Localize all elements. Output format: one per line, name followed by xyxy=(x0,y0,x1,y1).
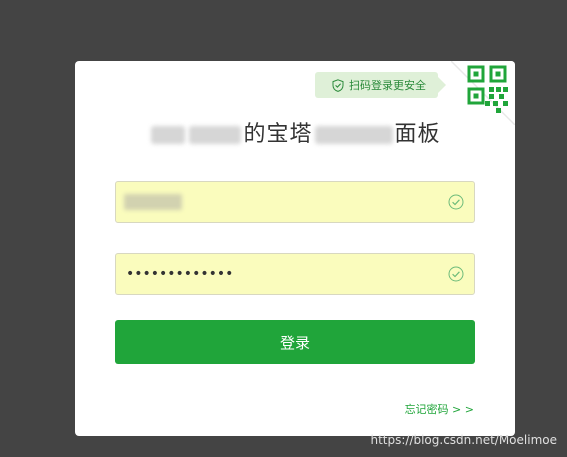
username-field[interactable] xyxy=(115,181,475,223)
forgot-password-link[interactable]: 忘记密码 > > xyxy=(405,401,474,417)
check-circle-icon xyxy=(448,266,464,282)
panel-title-text-1: 的宝塔 xyxy=(243,122,313,147)
qr-login-tip[interactable]: 扫码登录更安全 xyxy=(315,72,446,98)
qr-tip-text: 扫码登录更安全 xyxy=(349,79,426,92)
panel-title: 的宝塔 面板 xyxy=(75,116,515,148)
redacted-text xyxy=(151,126,186,144)
check-circle-icon xyxy=(448,194,464,210)
login-button[interactable]: 登录 xyxy=(115,320,475,364)
password-field[interactable] xyxy=(115,253,475,295)
password-input[interactable] xyxy=(126,254,436,294)
redacted-text xyxy=(189,126,242,144)
username-input[interactable] xyxy=(126,182,436,222)
redacted-text xyxy=(314,126,393,144)
login-card: 扫码登录更安全 的宝塔 面板 ••••••••••••• 登录 忘记密码 > > xyxy=(75,61,515,436)
shield-check-icon xyxy=(332,78,344,92)
watermark: https://blog.csdn.net/Moelimoe xyxy=(370,433,557,447)
panel-title-text-2: 面板 xyxy=(394,122,441,147)
